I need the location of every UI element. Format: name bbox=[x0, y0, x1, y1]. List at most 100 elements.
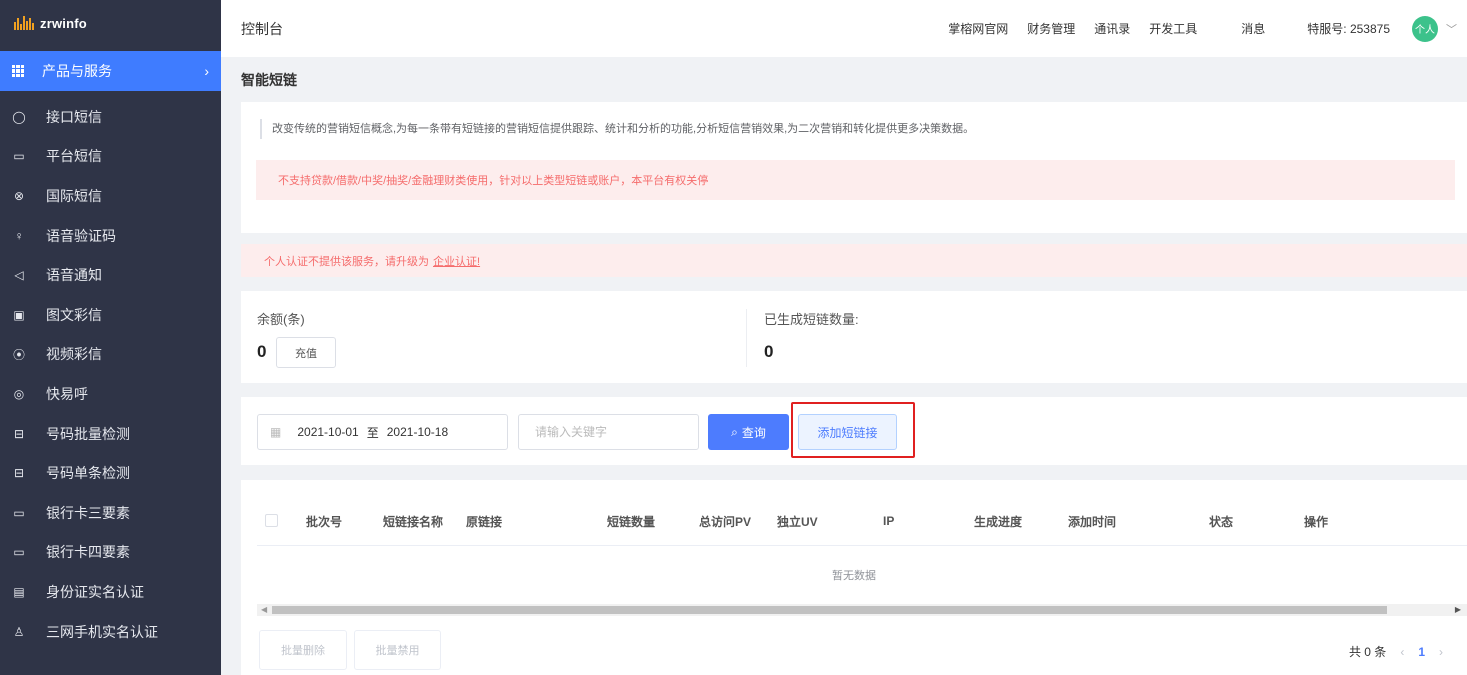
avatar[interactable]: 个人 bbox=[1412, 15, 1438, 42]
enterprise-auth-link[interactable]: 企业认证! bbox=[433, 253, 480, 269]
sidebar-item-quick-call[interactable]: ◎ 快易呼 bbox=[0, 374, 221, 414]
calendar-icon: ▦ bbox=[270, 425, 282, 439]
column-header: 总访问PV bbox=[699, 514, 752, 529]
header-link-finance[interactable]: 财务管理 bbox=[1027, 20, 1075, 37]
keyword-input[interactable] bbox=[518, 414, 699, 450]
sidebar-item-mobile-verify[interactable]: ♙ 三网手机实名认证 bbox=[0, 612, 221, 652]
header-link-dev-tools[interactable]: 开发工具 bbox=[1149, 20, 1197, 37]
sidebar-item-batch-check[interactable]: ⊟ 号码批量检测 bbox=[0, 414, 221, 454]
grid-icon bbox=[12, 65, 24, 77]
microphone-icon: ♀ bbox=[14, 228, 24, 243]
header-messages[interactable]: 消息 bbox=[1241, 20, 1265, 37]
table-header: 批次号 短链接名称 原链接 短链数量 总访问PV 独立UV IP 生成进度 添加… bbox=[257, 496, 1467, 546]
play-icon: ⦿ bbox=[12, 347, 25, 362]
sidebar-item-label: 号码批量检测 bbox=[46, 425, 130, 442]
message-icon: ▭ bbox=[13, 149, 25, 164]
sidebar: zrwinfo 产品与服务 › ◯ 接口短信 ▭ 平台短信 ⊗ 国际短信 ♀ 语音验证码… bbox=[0, 0, 221, 675]
sidebar-item-voice-code[interactable]: ♀ 语音验证码 bbox=[0, 216, 221, 256]
sidebar-item-label: 接口短信 bbox=[46, 108, 102, 125]
brand-logo[interactable]: zrwinfo bbox=[0, 0, 221, 46]
total-count: 共 0 条 bbox=[1348, 645, 1387, 659]
sidebar-item-bankcard-4[interactable]: ▭ 银行卡四要素 bbox=[0, 533, 221, 573]
batch-delete-button[interactable]: 批量删除 bbox=[259, 630, 347, 670]
date-range-picker[interactable]: ▦ 2021-10-01 至 2021-10-18 bbox=[257, 414, 508, 450]
notice-text: 个人认证不提供该服务，请升级为 bbox=[264, 255, 429, 268]
sidebar-item-api-sms[interactable]: ◯ 接口短信 bbox=[0, 97, 221, 137]
scroll-left-icon[interactable]: ◀ bbox=[261, 604, 267, 616]
image-icon: ▣ bbox=[13, 307, 25, 322]
generated-value: 0 bbox=[764, 342, 774, 361]
prev-page-icon[interactable]: ‹ bbox=[1400, 645, 1404, 659]
sidebar-item-id-verify[interactable]: ▤ 身份证实名认证 bbox=[0, 572, 221, 612]
sidebar-item-label: 号码单条检测 bbox=[46, 465, 130, 482]
balance-card: 余额(条) 0 充值 已生成短链数量: 0 bbox=[241, 291, 1467, 383]
sidebar-group-products[interactable]: 产品与服务 › bbox=[0, 51, 221, 91]
header-link-official-site[interactable]: 掌榕网官网 bbox=[948, 20, 1008, 37]
query-button[interactable]: ⌕ 查询 bbox=[708, 414, 789, 450]
scrollbar-thumb[interactable] bbox=[272, 606, 1387, 614]
card-icon: ▭ bbox=[13, 505, 25, 520]
page-title: 智能短链 bbox=[241, 71, 297, 88]
phone-circle-icon: ◎ bbox=[13, 386, 25, 401]
speaker-icon: ◁ bbox=[14, 268, 24, 283]
select-all-checkbox[interactable] bbox=[265, 514, 278, 527]
sidebar-item-bankcard-3[interactable]: ▭ 银行卡三要素 bbox=[0, 493, 221, 533]
sidebar-item-video-mms[interactable]: ⦿ 视频彩信 bbox=[0, 335, 221, 375]
sidebar-group-label: 产品与服务 bbox=[42, 63, 112, 79]
recharge-button[interactable]: 充值 bbox=[276, 337, 336, 368]
sidebar-item-single-check[interactable]: ⊟ 号码单条检测 bbox=[0, 453, 221, 493]
top-header: 控制台 掌榕网官网 财务管理 通讯录 开发工具 消息 特服号: 253875 个… bbox=[221, 0, 1467, 57]
date-start: 2021-10-01 bbox=[297, 425, 359, 439]
sidebar-item-mms[interactable]: ▣ 图文彩信 bbox=[0, 295, 221, 335]
card-icon: ▭ bbox=[13, 545, 25, 560]
sidebar-item-label: 银行卡三要素 bbox=[46, 504, 130, 521]
next-page-icon[interactable]: › bbox=[1439, 645, 1443, 659]
header-right: 掌榕网官网 财务管理 通讯录 开发工具 消息 特服号: 253875 个人 ﹀ bbox=[929, 15, 1467, 42]
pagination: 共 0 条 ‹ 1 › bbox=[1349, 643, 1457, 660]
column-header: IP bbox=[883, 514, 895, 528]
date-end: 2021-10-18 bbox=[386, 425, 449, 439]
header-title: 控制台 bbox=[241, 20, 283, 37]
add-short-link-button[interactable]: 添加短链接 bbox=[798, 414, 897, 450]
search-icon: ⌕ bbox=[731, 424, 738, 439]
filter-card: ▦ 2021-10-01 至 2021-10-18 ⌕ 查询 添加短链接 bbox=[241, 397, 1467, 465]
column-header: 短链接名称 bbox=[383, 514, 444, 529]
service-id: 特服号: 253875 bbox=[1307, 22, 1390, 36]
column-header: 原链接 bbox=[466, 514, 503, 529]
horizontal-scrollbar[interactable]: ◀ ▶ bbox=[257, 604, 1467, 616]
batch-disable-button[interactable]: 批量禁用 bbox=[354, 630, 441, 670]
sidebar-item-label: 三网手机实名认证 bbox=[46, 623, 158, 640]
main-content: 智能短链 改变传统的营销短信概念,为每一条带有短链接的营销短信提供跟踪、统计和分… bbox=[221, 57, 1467, 675]
sidebar-item-label: 图文彩信 bbox=[46, 306, 102, 323]
chat-bubble-icon: ◯ bbox=[12, 109, 26, 124]
column-header: 独立UV bbox=[777, 514, 818, 529]
generated-label: 已生成短链数量: bbox=[764, 312, 859, 327]
column-header: 添加时间 bbox=[1068, 514, 1117, 529]
remaining-label: 余额(条) bbox=[257, 312, 305, 327]
warning-banner: 不支持贷款/借款/中奖/抽奖/金融理财类使用，针对以上类型短链或账户，本平台有权… bbox=[256, 160, 1455, 200]
sidebar-item-label: 语音通知 bbox=[46, 267, 102, 284]
sidebar-item-voice-notify[interactable]: ◁ 语音通知 bbox=[0, 255, 221, 295]
sidebar-item-intl-sms[interactable]: ⊗ 国际短信 bbox=[0, 176, 221, 216]
sidebar-item-label: 语音验证码 bbox=[46, 227, 116, 244]
current-page[interactable]: 1 bbox=[1418, 645, 1425, 659]
info-card: 改变传统的营销短信概念,为每一条带有短链接的营销短信提供跟踪、统计和分析的功能,… bbox=[241, 102, 1467, 233]
divider bbox=[746, 309, 747, 367]
scan-icon: ⊟ bbox=[13, 466, 25, 481]
page-description: 改变传统的营销短信概念,为每一条带有短链接的营销短信提供跟踪、统计和分析的功能,… bbox=[260, 119, 974, 139]
column-header: 操作 bbox=[1304, 514, 1329, 529]
scroll-right-icon[interactable]: ▶ bbox=[1455, 604, 1461, 616]
id-card-icon: ▤ bbox=[13, 584, 25, 599]
column-header: 状态 bbox=[1209, 514, 1234, 529]
sidebar-item-platform-sms[interactable]: ▭ 平台短信 bbox=[0, 137, 221, 177]
header-link-contacts[interactable]: 通讯录 bbox=[1094, 20, 1130, 37]
chevron-down-icon[interactable]: ﹀ bbox=[1446, 21, 1457, 37]
brand-name: zrwinfo bbox=[40, 15, 87, 31]
chevron-right-icon: › bbox=[204, 63, 209, 79]
sidebar-item-label: 国际短信 bbox=[46, 187, 102, 204]
scan-icon: ⊟ bbox=[13, 426, 25, 441]
logo-waveform-icon bbox=[14, 16, 34, 30]
generated-block: 已生成短链数量: 0 bbox=[764, 309, 859, 362]
table-card: 批次号 短链接名称 原链接 短链数量 总访问PV 独立UV IP 生成进度 添加… bbox=[241, 480, 1467, 675]
globe-icon: ⊗ bbox=[13, 188, 25, 203]
